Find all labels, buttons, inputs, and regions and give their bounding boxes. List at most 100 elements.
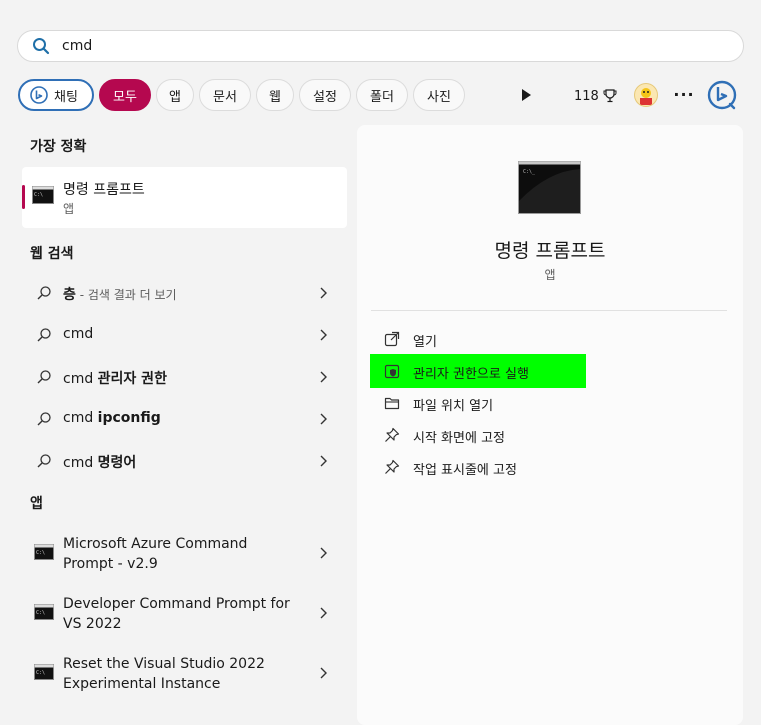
command-prompt-icon: C:\ bbox=[32, 186, 54, 208]
action-run-as-admin[interactable]: 관리자 권한으로 실행 bbox=[371, 355, 727, 387]
app-result-3[interactable]: C:\ Reset the Visual Studio 2022 Experime… bbox=[22, 645, 347, 701]
best-match-type: 앱 bbox=[63, 202, 75, 216]
filter-chat[interactable]: 채팅 bbox=[18, 79, 94, 111]
action-open-label: 열기 bbox=[413, 335, 437, 350]
filter-folders[interactable]: 폴더 bbox=[356, 79, 408, 111]
filter-bar: 채팅 모두 앱 문서 웹 설정 폴더 사진 bbox=[18, 79, 470, 111]
web-result-bold: 관리자 권한 bbox=[97, 371, 167, 387]
folder-icon bbox=[384, 395, 400, 411]
search-bar[interactable] bbox=[17, 30, 744, 62]
bing-icon[interactable] bbox=[705, 78, 739, 112]
filter-settings-label: 설정 bbox=[313, 89, 337, 105]
web-result-3[interactable]: cmd 관리자 권한 bbox=[22, 357, 347, 397]
search-icon bbox=[36, 285, 52, 305]
web-result-bold: ipconfig bbox=[97, 410, 161, 426]
selection-indicator bbox=[22, 185, 25, 209]
app-result-1[interactable]: C:\ Microsoft Azure Command Prompt - v2.9 bbox=[22, 525, 347, 581]
web-result-bold: 명령어 bbox=[97, 455, 137, 471]
trophy-icon bbox=[603, 89, 617, 103]
detail-panel: C:\_ 명령 프롬프트 앱 열기 관리자 권한으로 실행 파일 위치 열기 시… bbox=[357, 125, 743, 725]
filter-settings[interactable]: 설정 bbox=[299, 79, 351, 111]
search-icon bbox=[36, 369, 52, 389]
command-prompt-icon: C:\ bbox=[34, 604, 54, 624]
best-match-heading: 가장 정확 bbox=[30, 139, 87, 155]
chevron-right-icon bbox=[318, 328, 328, 346]
app-name-line1: Developer Command Prompt for bbox=[63, 596, 290, 612]
web-result-hint: - 검색 결과 더 보기 bbox=[75, 288, 177, 302]
svg-text:C:\: C:\ bbox=[36, 550, 45, 556]
chevron-right-icon bbox=[318, 546, 328, 564]
svg-text:C:\: C:\ bbox=[36, 670, 45, 676]
action-pin-to-taskbar-label: 작업 표시줄에 고정 bbox=[413, 463, 517, 478]
more-options-icon[interactable]: ··· bbox=[673, 84, 694, 104]
best-match-name: 명령 프롬프트 bbox=[63, 182, 145, 198]
search-input[interactable] bbox=[62, 38, 702, 54]
web-search-heading: 웹 검색 bbox=[30, 246, 74, 262]
filter-apps-label: 앱 bbox=[169, 89, 181, 105]
chevron-right-icon bbox=[318, 286, 328, 304]
web-result-text: cmd bbox=[63, 410, 98, 426]
detail-app-title: 명령 프롬프트 bbox=[494, 240, 606, 262]
filter-documents[interactable]: 문서 bbox=[199, 79, 251, 111]
user-avatar[interactable] bbox=[634, 83, 658, 107]
filter-documents-label: 문서 bbox=[213, 89, 237, 105]
web-result-1[interactable]: 층 - 검색 결과 더 보기 bbox=[22, 273, 347, 313]
app-name-line1: Reset the Visual Studio 2022 bbox=[63, 656, 265, 672]
action-run-as-admin-label: 관리자 권한으로 실행 bbox=[413, 367, 529, 382]
filter-photos[interactable]: 사진 bbox=[413, 79, 465, 111]
bing-chat-icon bbox=[30, 86, 48, 104]
chevron-right-icon bbox=[318, 412, 328, 430]
app-name-line2: VS 2022 bbox=[63, 616, 122, 632]
filter-web-label: 웹 bbox=[269, 89, 281, 105]
web-result-text: cmd bbox=[63, 371, 98, 387]
command-prompt-icon: C:\ bbox=[34, 664, 54, 684]
chevron-right-icon bbox=[318, 370, 328, 388]
chevron-right-icon bbox=[318, 666, 328, 684]
filter-web[interactable]: 웹 bbox=[256, 79, 294, 111]
filter-all[interactable]: 모두 bbox=[99, 79, 151, 111]
web-result-text: cmd bbox=[63, 455, 98, 471]
web-result-text: cmd bbox=[63, 326, 94, 342]
filter-apps[interactable]: 앱 bbox=[156, 79, 194, 111]
chevron-right-icon bbox=[318, 606, 328, 624]
web-result-5[interactable]: cmd 명령어 bbox=[22, 441, 347, 481]
filter-all-label: 모두 bbox=[113, 89, 137, 105]
points-value: 118 bbox=[574, 88, 599, 104]
filter-photos-label: 사진 bbox=[427, 89, 451, 105]
app-name-line1: Microsoft Azure Command bbox=[63, 536, 248, 552]
action-open-file-location-label: 파일 위치 열기 bbox=[413, 399, 494, 414]
filter-chat-label: 채팅 bbox=[54, 89, 78, 105]
command-prompt-large-icon: C:\_ bbox=[518, 161, 581, 214]
apps-heading: 앱 bbox=[30, 496, 43, 512]
app-name-line2: Experimental Instance bbox=[63, 676, 221, 692]
action-open-file-location[interactable]: 파일 위치 열기 bbox=[371, 387, 727, 419]
svg-text:C:\: C:\ bbox=[34, 192, 43, 198]
open-external-icon bbox=[384, 331, 400, 347]
pin-icon bbox=[384, 459, 400, 475]
action-pin-to-start[interactable]: 시작 화면에 고정 bbox=[371, 419, 727, 451]
search-icon bbox=[36, 453, 52, 473]
action-open[interactable]: 열기 bbox=[371, 323, 727, 355]
rewards-points[interactable]: 118 bbox=[574, 86, 617, 106]
divider bbox=[371, 310, 727, 311]
search-icon bbox=[36, 411, 52, 431]
chevron-right-icon bbox=[318, 454, 328, 472]
app-name-line2: Prompt - v2.9 bbox=[63, 556, 158, 572]
shield-icon bbox=[384, 363, 400, 379]
web-result-2[interactable]: cmd bbox=[22, 315, 347, 355]
app-result-2[interactable]: C:\ Developer Command Prompt for VS 2022 bbox=[22, 585, 347, 641]
filter-folders-label: 폴더 bbox=[370, 89, 394, 105]
search-icon bbox=[32, 36, 52, 56]
svg-text:C:\: C:\ bbox=[36, 610, 45, 616]
web-result-4[interactable]: cmd ipconfig bbox=[22, 399, 347, 439]
web-result-bold: 층 bbox=[63, 287, 76, 303]
action-pin-to-start-label: 시작 화면에 고정 bbox=[413, 431, 505, 446]
detail-app-type: 앱 bbox=[544, 268, 556, 282]
search-icon bbox=[36, 327, 52, 347]
command-prompt-icon: C:\ bbox=[34, 544, 54, 564]
action-pin-to-taskbar[interactable]: 작업 표시줄에 고정 bbox=[371, 451, 727, 483]
pin-icon bbox=[384, 427, 400, 443]
play-icon[interactable] bbox=[520, 87, 534, 103]
svg-text:C:\_: C:\_ bbox=[523, 169, 536, 175]
best-match-item[interactable]: C:\ 명령 프롬프트 앱 bbox=[22, 167, 347, 228]
